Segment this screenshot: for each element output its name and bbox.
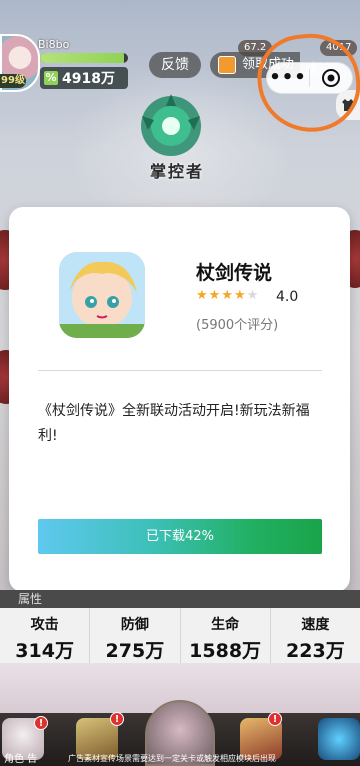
notification-badge: ! bbox=[110, 712, 124, 726]
stat-label: 生命 bbox=[211, 617, 240, 633]
ad-tag: 角色 告 bbox=[4, 754, 38, 765]
star-filled-icon: ★ bbox=[208, 288, 221, 303]
stat-label: 速度 bbox=[301, 617, 330, 633]
rating-count: (5900个评分) bbox=[196, 318, 279, 333]
stat-value: 223万 bbox=[286, 640, 345, 662]
stat-speed: 速度 223万 bbox=[271, 608, 360, 663]
ad-disclaimer: 广告素材宣传场景需要达到一定关卡或触发相应模块后出现 bbox=[68, 754, 276, 763]
app-name: 杖剑传说 bbox=[196, 262, 273, 284]
stat-hp: 生命 1588万 bbox=[181, 608, 271, 663]
ad-card[interactable]: 杖剑传说 ★ ★ ★ ★ ★ 4.0 (5900个评分) 《杖剑传说》全新联动活动开启!… bbox=[9, 207, 350, 592]
game-character-icon bbox=[59, 252, 145, 338]
star-filled-icon: ★ bbox=[233, 288, 246, 303]
feedback-button[interactable]: 反馈 bbox=[149, 52, 201, 78]
player-level-badge: 99级 bbox=[0, 74, 26, 88]
player-exp-bar bbox=[40, 53, 128, 63]
attributes-panel: 攻击 314万 防御 275万 生命 1588万 速度 223万 bbox=[0, 608, 360, 663]
attributes-header: 属性 bbox=[0, 590, 360, 608]
rating-value: 4.0 bbox=[276, 289, 299, 305]
stat-attack: 攻击 314万 bbox=[0, 608, 91, 663]
emblem-label: 掌控者 bbox=[150, 162, 205, 181]
player-power-value: 4918万 bbox=[62, 71, 115, 87]
stat-label: 防御 bbox=[120, 617, 149, 633]
download-progress-button[interactable]: 已下载42% bbox=[38, 519, 322, 554]
app-icon[interactable] bbox=[59, 252, 145, 338]
stat-label: 攻击 bbox=[30, 617, 59, 633]
star-empty-icon: ★ bbox=[246, 288, 259, 303]
notification-badge: ! bbox=[268, 712, 282, 726]
stat-defense: 防御 275万 bbox=[90, 608, 181, 663]
nav-portal-button[interactable] bbox=[318, 718, 360, 760]
stat-value: 1588万 bbox=[189, 640, 262, 662]
ad-divider bbox=[38, 370, 322, 371]
star-filled-icon: ★ bbox=[221, 288, 233, 303]
stat-value: 275万 bbox=[105, 640, 165, 662]
controller-emblem-icon bbox=[141, 94, 201, 156]
player-name: Bi8bo bbox=[38, 38, 70, 51]
player-exp-fill bbox=[40, 53, 124, 63]
star-filled-icon: ★ bbox=[196, 288, 208, 303]
gift-icon bbox=[218, 56, 236, 74]
stat-value: 314万 bbox=[15, 640, 74, 662]
notification-badge: ! bbox=[34, 716, 48, 730]
download-progress-label: 已下载42% bbox=[146, 529, 214, 544]
ad-description: 《杖剑传说》全新联动活动开启!新玩法新福利! bbox=[38, 403, 310, 444]
rating-stars: ★ ★ ★ ★ ★ bbox=[196, 289, 258, 303]
power-icon: % bbox=[44, 71, 58, 85]
player-power: % 4918万 bbox=[40, 67, 128, 89]
